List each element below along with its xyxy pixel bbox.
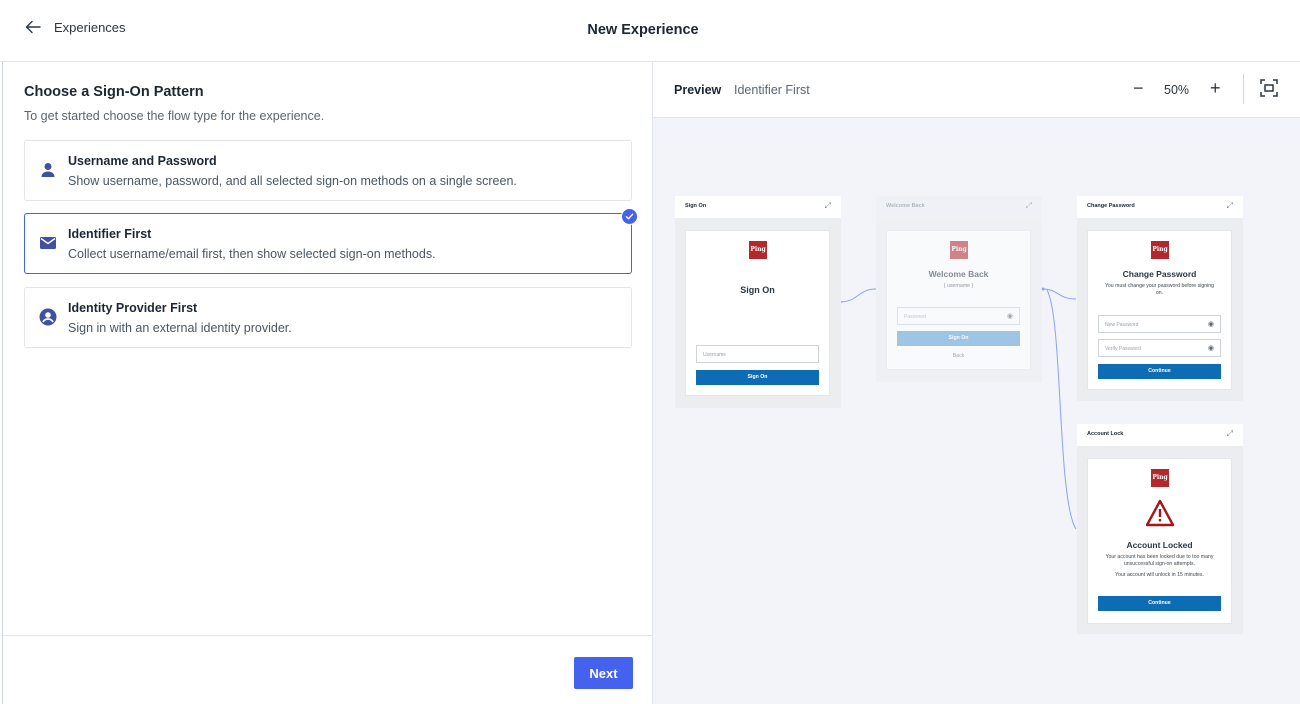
screen-card: Ping Change Password You must change you… — [1087, 230, 1232, 390]
connector-signon-welcome — [839, 288, 877, 303]
option-description: Show username, password, and all selecte… — [68, 174, 517, 188]
section-subheading: To get started choose the flow type for … — [24, 109, 325, 123]
zoom-level: 50% — [1164, 83, 1190, 97]
expand-icon[interactable]: ⤢ — [825, 201, 831, 211]
new-password-placeholder: New Password — [1105, 322, 1139, 328]
password-placeholder: Password — [904, 314, 926, 320]
frame-welcome-back[interactable]: Welcome Back ⤢ Ping Welcome Back { usern… — [876, 196, 1042, 382]
fit-to-screen-icon[interactable] — [1260, 79, 1278, 97]
username-field[interactable]: Username — [696, 345, 819, 363]
eye-icon[interactable]: ◉ — [1208, 320, 1214, 328]
option-title: Identity Provider First — [68, 301, 198, 315]
ping-logo: Ping — [1151, 469, 1169, 487]
verify-password-placeholder: Verify Password — [1105, 346, 1141, 352]
screen-title: Sign On — [740, 285, 775, 295]
warning-icon — [1145, 499, 1175, 527]
continue-button[interactable]: Continue — [1098, 364, 1221, 379]
expand-icon[interactable]: ⤢ — [1227, 429, 1233, 439]
preview-pattern-name: Identifier First — [734, 83, 810, 97]
instruction-text: You must change your password before sig… — [1104, 283, 1215, 296]
password-field[interactable]: Password ◉ — [897, 307, 1020, 325]
screen-title: Change Password — [1122, 269, 1197, 279]
option-identity-provider-first[interactable]: Identity Provider First Sign in with an … — [24, 287, 632, 348]
expand-icon[interactable]: ⤢ — [1227, 201, 1233, 211]
frame-header: Change Password ⤢ — [1077, 196, 1243, 218]
screen-title: Account Locked — [1126, 540, 1193, 550]
screen-card: Ping Welcome Back { username } Password ◉… — [886, 230, 1031, 370]
frame-title: Sign On — [685, 203, 707, 209]
new-password-field[interactable]: New Password ◉ — [1098, 315, 1221, 333]
frame-change-password[interactable]: Change Password ⤢ Ping Change Password Y… — [1077, 196, 1243, 401]
ping-logo: Ping — [749, 241, 767, 259]
preview-label: Preview — [674, 83, 722, 97]
panel-footer: Next — [3, 635, 653, 704]
top-bar: Experiences New Experience — [0, 0, 1300, 62]
expand-icon[interactable]: ⤢ — [1026, 201, 1032, 211]
preview-header: Preview Identifier First − 50% + — [653, 62, 1300, 118]
mail-icon — [40, 237, 56, 249]
eye-icon[interactable]: ◉ — [1208, 344, 1214, 352]
username-placeholder: Username — [703, 352, 727, 358]
preview-canvas: Sign On ⤢ Ping Sign On Username Sign On … — [653, 119, 1300, 704]
option-identifier-first[interactable]: Identifier First Collect username/email … — [24, 208, 638, 274]
connector-welcome-lock — [1046, 289, 1077, 530]
ping-logo: Ping — [1151, 241, 1169, 259]
verify-password-field[interactable]: Verify Password ◉ — [1098, 339, 1221, 357]
page-title: New Experience — [587, 22, 699, 38]
frame-header: Welcome Back ⤢ — [876, 196, 1042, 218]
zoom-out-button[interactable]: − — [1133, 79, 1144, 97]
zoom-in-button[interactable]: + — [1210, 79, 1221, 97]
account-circle-icon — [39, 308, 57, 326]
sign-on-button[interactable]: Sign On — [696, 370, 819, 385]
screen-card: Ping Account Locked Your account has bee… — [1087, 458, 1232, 624]
preview-panel: Preview Identifier First − 50% + Sign On… — [652, 62, 1300, 704]
continue-button[interactable]: Continue — [1098, 596, 1221, 611]
unlock-time-text: Your account will unlock in 15 minutes. — [1115, 572, 1204, 578]
screen-title: Welcome Back — [928, 269, 989, 279]
ping-logo: Ping — [950, 241, 968, 259]
connector-welcome-change — [1042, 288, 1077, 300]
option-description: Collect username/email first, then show … — [68, 247, 436, 261]
frame-header: Account Lock ⤢ — [1077, 424, 1243, 446]
section-heading: Choose a Sign-On Pattern — [24, 84, 204, 100]
frame-header: Sign On ⤢ — [675, 196, 841, 218]
pattern-panel: Choose a Sign-On Pattern To get started … — [2, 62, 653, 704]
lock-explanation-text: Your account has been locked due to too … — [1105, 554, 1214, 567]
frame-account-lock[interactable]: Account Lock ⤢ Ping Account Locked Your … — [1077, 424, 1243, 634]
eye-icon[interactable]: ◉ — [1007, 312, 1013, 320]
option-username-password[interactable]: Username and Password Show username, pas… — [24, 140, 632, 201]
frame-title: Welcome Back — [886, 203, 925, 209]
divider — [1243, 74, 1244, 104]
screen-card: Ping Sign On Username Sign On — [685, 230, 830, 396]
frame-title: Account Lock — [1087, 431, 1124, 437]
option-description: Sign in with an external identity provid… — [68, 321, 292, 335]
next-button[interactable]: Next — [574, 657, 633, 689]
back-link[interactable]: Back — [895, 353, 1022, 360]
frame-title: Change Password — [1087, 203, 1135, 209]
option-title: Username and Password — [68, 154, 217, 168]
sign-on-button[interactable]: Sign On — [897, 331, 1020, 346]
user-icon — [41, 163, 55, 177]
username-text: { username } — [943, 283, 974, 289]
selected-check-icon — [621, 208, 638, 225]
option-title: Identifier First — [68, 227, 152, 241]
frame-sign-on[interactable]: Sign On ⤢ Ping Sign On Username Sign On — [675, 196, 841, 408]
